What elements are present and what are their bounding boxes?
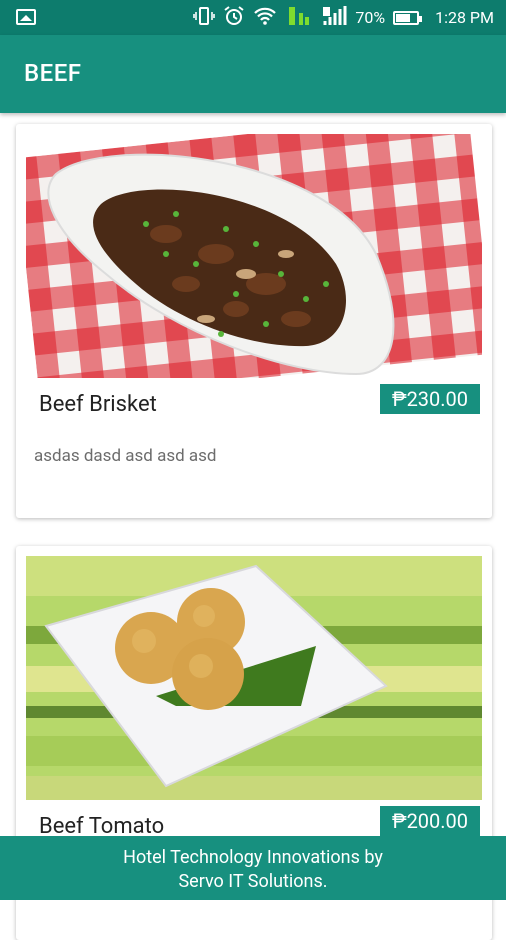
app-bar: BEEF — [0, 35, 506, 113]
item-description: asdas dasd asd asd asd — [34, 446, 217, 466]
footer-banner: Hotel Technology Innovations by Servo IT… — [0, 836, 506, 900]
item-name: Beef Brisket — [39, 392, 157, 417]
footer-line-2: Servo IT Solutions. — [178, 871, 328, 892]
menu-item-card[interactable]: Beef Brisket ₱230.00 asdas dasd asd asd … — [16, 124, 492, 518]
vibrate-icon — [193, 7, 216, 28]
item-price: ₱230.00 — [380, 384, 480, 414]
battery-icon — [393, 10, 423, 25]
footer-line-1: Hotel Technology Innovations by — [123, 847, 383, 868]
volte-icon — [285, 5, 313, 30]
item-price: ₱200.00 — [380, 806, 480, 836]
clock: 1:28 PM — [435, 7, 494, 27]
alarm-icon — [223, 6, 245, 29]
signal-icon — [321, 5, 347, 30]
image-icon — [16, 9, 36, 25]
wifi-icon — [253, 7, 277, 28]
page-title: BEEF — [24, 59, 82, 87]
beef-brisket-image — [26, 134, 482, 378]
beef-tomato-image — [26, 556, 482, 800]
battery-percent: 70% — [355, 7, 386, 27]
status-bar: 70% 1:28 PM — [0, 0, 506, 35]
status-icons: 70% 1:28 PM — [193, 0, 494, 35]
